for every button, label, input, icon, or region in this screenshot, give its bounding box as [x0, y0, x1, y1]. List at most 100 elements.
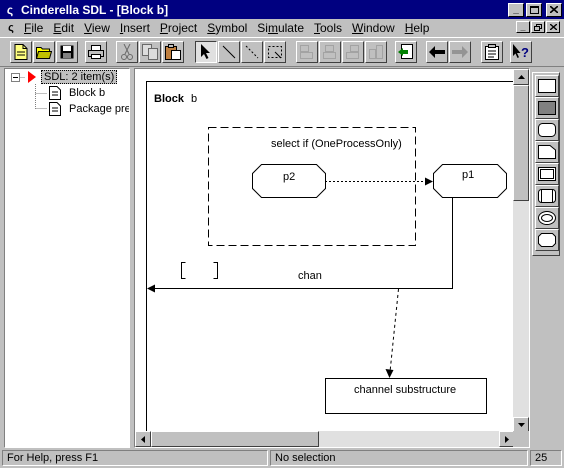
horizontal-scroll-thumb[interactable]	[151, 431, 319, 447]
substructure-connector	[389, 288, 399, 373]
floppy-disk-icon	[60, 45, 74, 59]
save-button[interactable]	[56, 41, 78, 63]
process-p2-label: p2	[283, 171, 295, 183]
maximize-button[interactable]	[526, 2, 542, 17]
menu-simulate[interactable]: Simulate	[252, 21, 309, 35]
minimize-button[interactable]: _	[508, 2, 524, 17]
back-button[interactable]	[426, 41, 448, 63]
properties-icon	[485, 44, 499, 60]
properties-button[interactable]	[481, 41, 503, 63]
doc-minimize-button[interactable]: _	[516, 21, 530, 33]
document-caption-buttons: _	[516, 21, 561, 33]
block-symbol-icon	[538, 79, 556, 93]
print-button[interactable]	[85, 41, 107, 63]
channel-label: chan	[298, 270, 322, 282]
menu-file[interactable]: File	[19, 21, 48, 35]
rounded-symbol-button[interactable]	[535, 119, 559, 141]
tree-item-package[interactable]: Package pre	[49, 101, 129, 117]
align-right-button[interactable]	[342, 41, 364, 63]
symbol-palette	[532, 72, 560, 256]
vertical-scrollbar[interactable]	[513, 69, 529, 433]
package-symbol-button[interactable]	[535, 141, 559, 163]
arrow-up-icon	[517, 75, 525, 79]
add-item-button[interactable]	[395, 41, 417, 63]
document-icon[interactable]: ς	[3, 22, 19, 34]
filled-block-symbol-button[interactable]	[535, 97, 559, 119]
sdl-diagram: Block b select if (OneProcessOnly) p2 p1…	[146, 81, 515, 433]
context-help-button[interactable]: ?	[510, 41, 532, 63]
paste-button[interactable]	[162, 41, 184, 63]
rounded-rect-icon	[538, 123, 556, 137]
doc-close-button[interactable]	[546, 21, 560, 33]
title-bar: ς Cinderella SDL - [Block b] _	[0, 0, 564, 19]
menu-insert[interactable]: Insert	[115, 21, 155, 35]
copy-button[interactable]	[139, 41, 161, 63]
close-button[interactable]	[546, 2, 562, 17]
new-file-button[interactable]	[10, 41, 32, 63]
substructure-arrowhead	[385, 369, 394, 378]
menu-window[interactable]: Window	[347, 21, 400, 35]
status-bar: For Help, press F1 No selection 25	[0, 448, 564, 468]
scissors-icon	[121, 44, 133, 60]
frame-tool-button[interactable]	[264, 41, 286, 63]
dashed-line-tool-button[interactable]	[241, 41, 263, 63]
signal-route-arrowhead	[425, 177, 433, 186]
menu-view[interactable]: View	[79, 21, 115, 35]
add-page-icon	[398, 44, 413, 59]
horizontal-scrollbar[interactable]	[135, 431, 515, 447]
octagon-icon	[538, 233, 556, 247]
dashed-frame-icon	[268, 46, 282, 59]
clipboard-icon	[165, 44, 181, 60]
process-p1-label: p1	[462, 169, 474, 181]
octagon-symbol-button[interactable]	[535, 229, 559, 251]
align-bottom-icon	[369, 45, 383, 59]
scrollbar-corner	[513, 431, 529, 447]
tree-root[interactable]: SDL: 2 item(s)	[27, 69, 118, 85]
menu-project[interactable]: Project	[155, 21, 202, 35]
menu-tools[interactable]: Tools	[309, 21, 347, 35]
procedure-symbol-button[interactable]	[535, 185, 559, 207]
process-type-symbol-button[interactable]	[535, 163, 559, 185]
ellipse-icon	[538, 211, 556, 225]
select-label: select if (OneProcessOnly)	[271, 138, 402, 150]
doc-restore-button[interactable]	[531, 21, 545, 33]
printer-icon	[88, 45, 104, 59]
line-tool-button[interactable]	[218, 41, 240, 63]
tree-root-label: SDL: 2 item(s)	[41, 70, 118, 84]
open-folder-icon	[36, 47, 52, 59]
align-center-button[interactable]	[319, 41, 341, 63]
select-tool-button[interactable]	[195, 41, 217, 63]
align-center-icon	[323, 45, 336, 59]
arrow-left-icon	[141, 435, 145, 443]
scroll-up-button[interactable]	[513, 69, 529, 85]
dashed-line-icon	[245, 45, 259, 59]
app-icon[interactable]: ς	[3, 3, 17, 17]
project-tree[interactable]: SDL: 2 item(s) Block b Package pre	[4, 68, 130, 448]
service-symbol-button[interactable]	[535, 207, 559, 229]
pointer-arrow-icon	[201, 44, 210, 59]
vertical-scroll-thumb[interactable]	[513, 85, 529, 201]
align-left-button[interactable]	[296, 41, 318, 63]
tree-item-block-b[interactable]: Block b	[49, 85, 107, 101]
status-help-text: For Help, press F1	[2, 450, 268, 466]
menu-help[interactable]: Help	[400, 21, 435, 35]
open-button[interactable]	[33, 41, 55, 63]
signal-list-open-bracket	[181, 262, 186, 279]
menu-bar: ς File Edit View Insert Project Symbol Simulat…	[0, 19, 564, 37]
copy-icon	[142, 44, 158, 60]
align-bottom-button[interactable]	[365, 41, 387, 63]
cut-button[interactable]	[116, 41, 138, 63]
menu-symbol[interactable]: Symbol	[202, 21, 252, 35]
tree-marker-icon	[28, 71, 36, 83]
procedure-icon	[538, 189, 556, 203]
scroll-left-button[interactable]	[135, 431, 151, 447]
menu-edit[interactable]: Edit	[48, 21, 79, 35]
diagram-canvas[interactable]: Block b select if (OneProcessOnly) p2 p1…	[134, 68, 530, 448]
block-symbol-button[interactable]	[535, 75, 559, 97]
forward-button[interactable]	[449, 41, 471, 63]
document-icon	[49, 86, 61, 100]
channel-substructure-label: channel substructure	[354, 384, 456, 396]
help-pointer-icon: ?	[513, 44, 529, 60]
arrow-left-icon	[429, 46, 445, 58]
arrow-right-icon	[505, 435, 509, 443]
